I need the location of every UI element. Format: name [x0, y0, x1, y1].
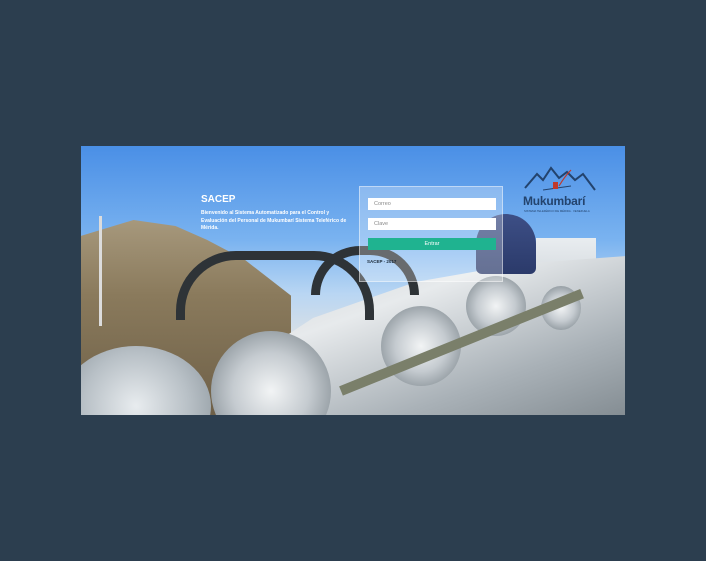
- intro-block: SACEP Bienvenido al Sistema Automatizado…: [201, 194, 349, 233]
- mountain-logo-icon: [524, 166, 596, 191]
- login-hero-panel: SACEP Bienvenido al Sistema Automatizado…: [81, 146, 625, 415]
- mukumbari-logo: Mukumbarí SISTEMA TELEFÉRICO DE MÉRIDA ·…: [521, 164, 601, 224]
- antenna-pole: [99, 216, 102, 326]
- app-title: SACEP: [201, 194, 236, 205]
- logo-name: Mukumbarí: [523, 194, 586, 208]
- email-field[interactable]: [368, 198, 496, 210]
- login-form: Entrar SACEP - 2017: [359, 186, 503, 282]
- logo-subtitle: SISTEMA TELEFÉRICO DE MÉRIDA · VENEZUELA: [524, 209, 590, 213]
- password-field[interactable]: [368, 218, 496, 230]
- form-footer: SACEP - 2017: [367, 259, 397, 264]
- app-description: Bienvenido al Sistema Automatizado para …: [201, 210, 347, 231]
- login-button[interactable]: Entrar: [368, 238, 496, 250]
